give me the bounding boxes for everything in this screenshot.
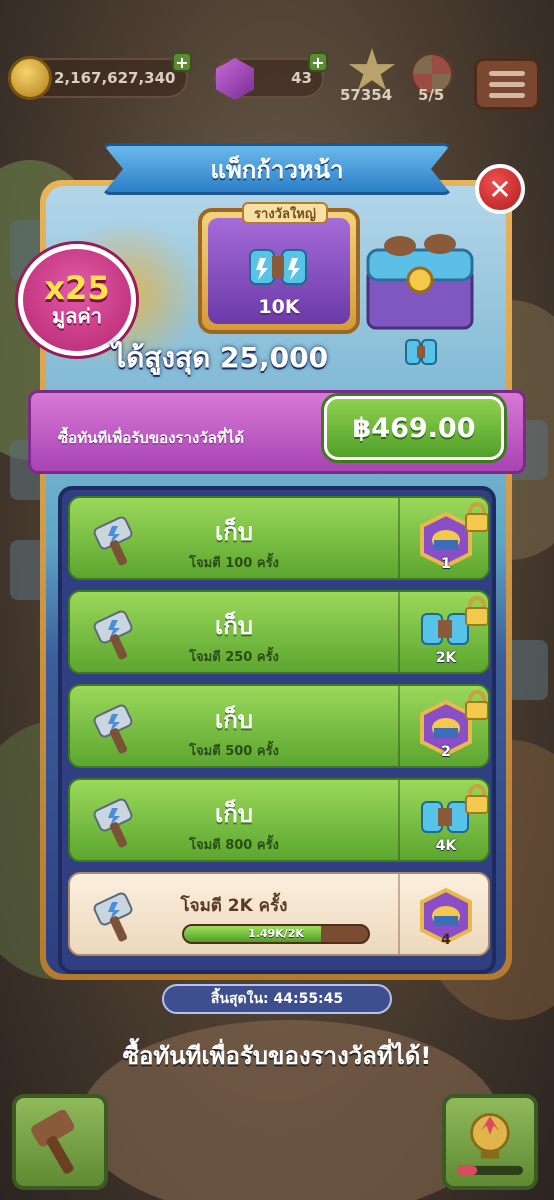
milestone-row[interactable]: เก็บโจมตี 500 ครั้ง 2 [68,684,490,768]
milestone-row[interactable]: เก็บโจมตี 800 ครั้ง 4K [68,778,490,862]
buy-price-button[interactable]: ฿469.00 [324,396,504,460]
row-divider [398,498,400,578]
reward-amount: 1 [441,556,451,572]
add-gems-button[interactable]: + [308,52,328,72]
trophy-icon [457,1113,523,1175]
milestone-row[interactable]: โจมตี 2K ครั้ง 1.49K/2K 4 [68,872,490,956]
trophy-button[interactable] [442,1094,538,1190]
collect-label: เก็บ [215,800,253,828]
row-divider [398,780,400,860]
lock-icon [465,502,488,532]
coin-counter[interactable]: 2,167,627,340 + [8,52,192,100]
buy-now-label: ซื้อทันทีเพื่อรับของรางวัลที่ได้ [58,429,244,447]
coin-icon [8,56,52,100]
milestone-list[interactable]: เก็บ โจมตี 100 ครั้ง 1 เก็บ โจมตี 250 ครั้ง 2… [58,486,496,974]
multiplier-label: มูลค่า [51,304,103,328]
progress-bar: 1.49K/2K [182,924,370,944]
bottom-caption: ซื้อทันทีเพื่อรับของรางวัลที่ได้! [122,1042,432,1070]
gem-counter[interactable]: 43 + [214,52,328,100]
row-divider [398,592,400,672]
add-coins-button[interactable]: + [172,52,192,72]
coin-amount: 2,167,627,340 [54,69,176,87]
menu-button[interactable] [474,58,540,110]
grand-prize-label: รางวัลใหญ่ [242,202,328,224]
panel-title: แพ็กก้าวหน้า [102,143,452,195]
lock-icon [465,596,488,626]
multiplier-value: x25 [44,269,110,307]
spin-count: 5/5 [418,86,445,104]
reward-amount: 4K [435,838,457,854]
hits-requirement: โจมตี 2K ครั้ง [180,896,288,916]
grand-prize-amount: 10K [258,296,300,318]
gold-chest-icon: 4 [416,886,476,948]
collect-label: เก็บ [215,612,253,640]
lock-icon [465,690,488,720]
collect-label: เก็บ [215,518,253,546]
hits-requirement: โจมตี 250 ครั้ง [189,650,279,665]
row-divider [398,874,400,954]
hammer-icon [31,1109,75,1174]
max-reward-text: ได้สูงสุด 25,000 [112,341,329,374]
star-count: 57354 [340,86,393,104]
reward-amount: 4 [441,932,451,948]
end-timer: สิ้นสุดใน: 44:55:45 [162,984,392,1014]
close-button[interactable]: ✕ [475,164,525,214]
collect-label: เก็บ [215,706,253,734]
hits-requirement: โจมตี 100 ครั้ง [189,556,279,571]
sledgehammer-small-icon [405,339,437,365]
gem-icon [216,58,254,100]
reward-amount: 2K [435,650,457,666]
sledgehammer-icon [249,249,307,285]
hammer-button[interactable] [12,1094,108,1190]
hits-requirement: โจมตี 800 ครั้ง [189,838,279,853]
top-bar: 2,167,627,340 + 43 + 57354 5/5 [0,48,554,114]
progress-text: 1.49K/2K [248,927,304,940]
milestone-row[interactable]: เก็บโจมตี 100 ครั้ง 1 [68,496,490,580]
milestone-row[interactable]: เก็บโจมตี 250 ครั้ง 2K [68,590,490,674]
hits-requirement: โจมตี 500 ครั้ง [189,744,279,759]
grand-prize-card: รางวัลใหญ่ 10K [198,202,360,334]
reward-amount: 2 [441,744,451,760]
treasure-chest-icon [366,234,474,330]
gem-amount: 43 [291,69,312,87]
row-divider [398,686,400,766]
lock-icon [465,784,488,814]
